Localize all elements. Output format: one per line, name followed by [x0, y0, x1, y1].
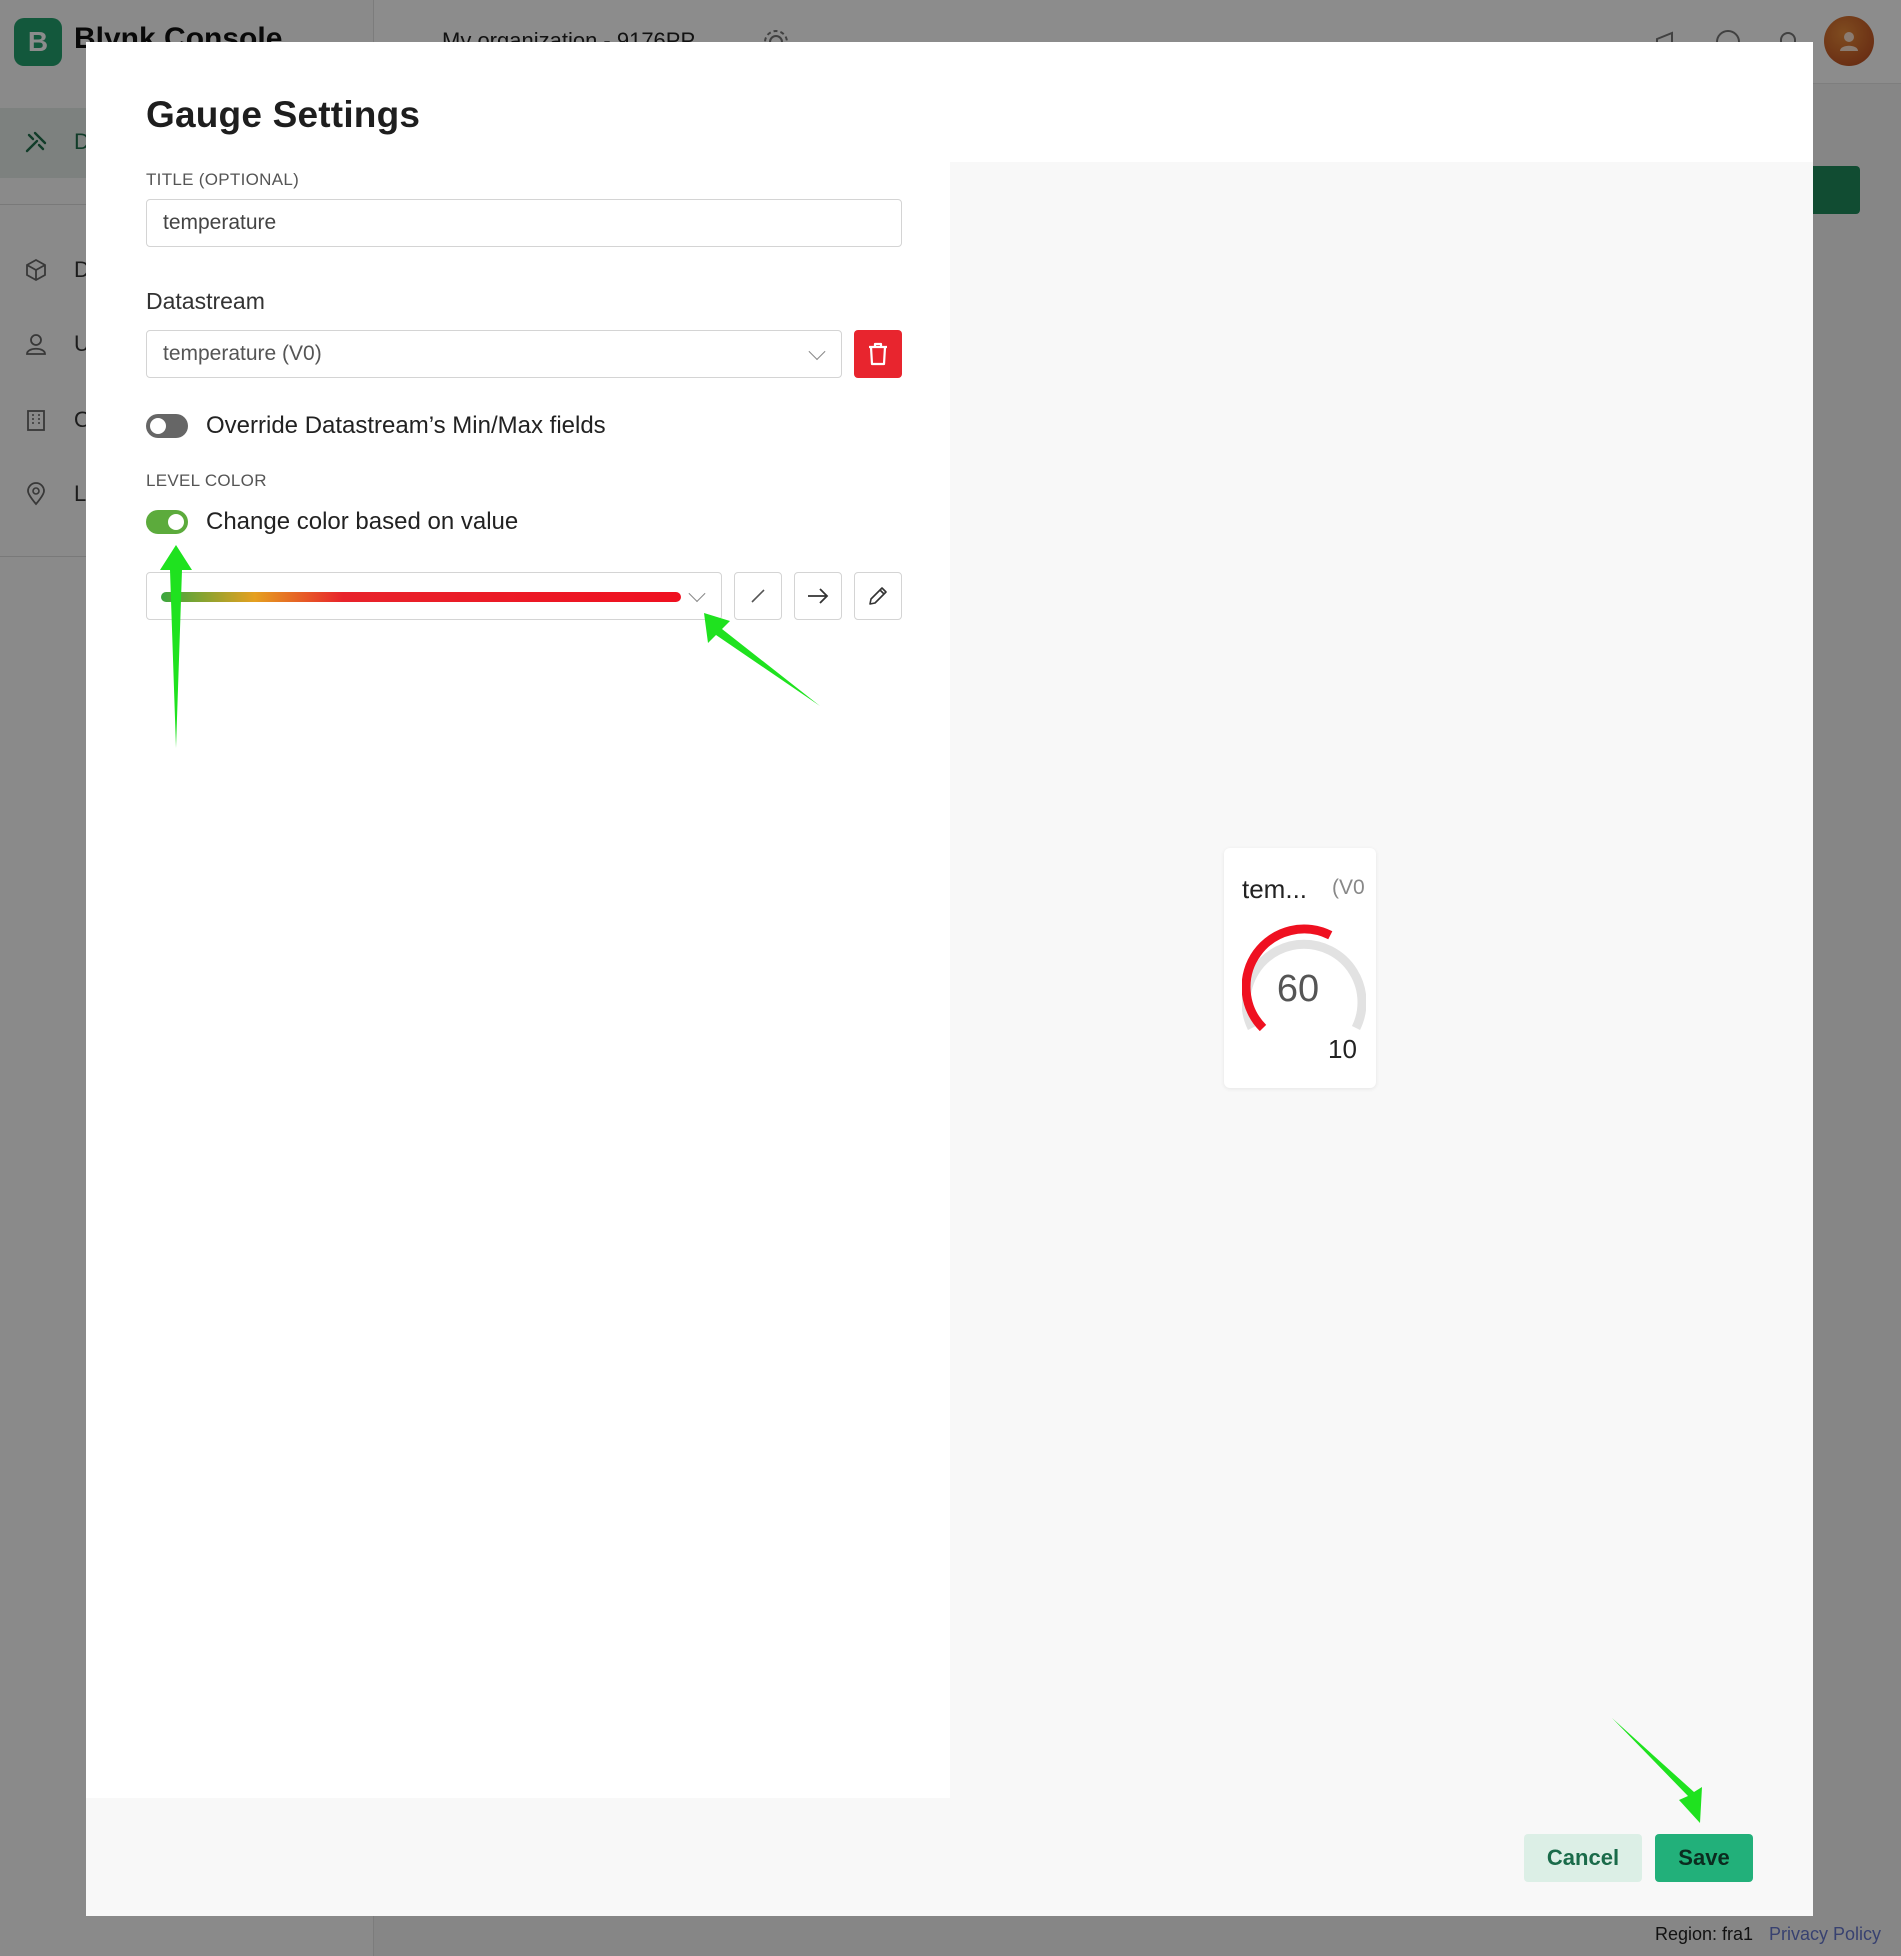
change-color-label: Change color based on value	[206, 508, 519, 535]
modal-title: Gauge Settings	[146, 94, 421, 135]
override-min-max-label: Override Datastream’s Min/Max fields	[206, 412, 606, 439]
step-mode-button[interactable]	[794, 572, 842, 620]
edit-colors-button[interactable]	[854, 572, 902, 620]
level-color-label: LEVEL COLOR	[146, 471, 267, 490]
datastream-select[interactable]: temperature (V0)	[146, 330, 842, 378]
gauge-max: 10	[1328, 1034, 1357, 1064]
save-button[interactable]: Save	[1655, 1834, 1753, 1882]
gauge-settings-modal: Gauge Settings TITLE (OPTIONAL) temperat…	[86, 42, 1813, 1916]
pencil-icon	[869, 587, 887, 605]
arrow-right-icon	[808, 588, 829, 604]
gradient-mode-button[interactable]	[734, 572, 782, 620]
datastream-label: Datastream	[146, 288, 265, 314]
color-gradient-select[interactable]	[146, 572, 722, 620]
gauge-preview-widget: tem... (V0 60 10	[1224, 848, 1376, 1088]
toggle-knob	[150, 418, 166, 434]
title-input[interactable]: temperature	[146, 199, 902, 247]
change-color-toggle[interactable]	[146, 510, 188, 534]
gauge-value: 60	[1276, 968, 1320, 1010]
delete-datastream-button[interactable]	[854, 330, 902, 378]
override-min-max-toggle[interactable]	[146, 414, 188, 438]
chevron-down-icon	[808, 343, 826, 361]
preview-pane	[950, 162, 1813, 1798]
datastream-selected-value: temperature (V0)	[163, 342, 322, 365]
title-field-label: TITLE (OPTIONAL)	[146, 170, 300, 189]
diagonal-line-icon	[751, 589, 765, 603]
cancel-button[interactable]: Cancel	[1524, 1834, 1642, 1882]
widget-datastream: (V0	[1332, 876, 1365, 899]
chevron-down-icon	[688, 585, 706, 603]
toggle-knob	[168, 514, 184, 530]
widget-title: tem...	[1242, 874, 1308, 904]
color-gradient-bar	[161, 592, 681, 602]
trash-icon	[869, 342, 887, 366]
settings-pane	[86, 162, 950, 1798]
